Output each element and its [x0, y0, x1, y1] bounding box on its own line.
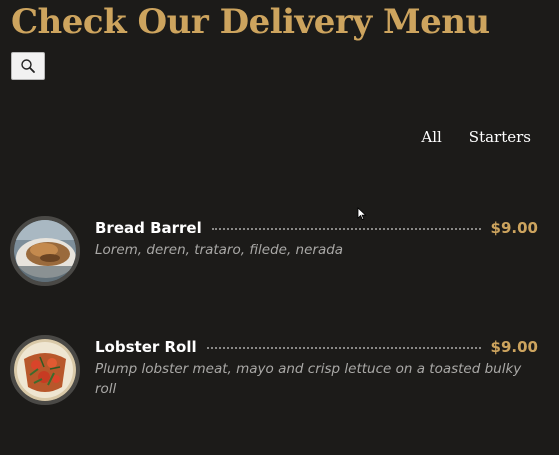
menu-filters: All Starters	[421, 128, 531, 146]
menu-item-name: Bread Barrel	[95, 219, 202, 237]
menu-item-header: Bread Barrel $9.00	[95, 219, 538, 237]
page-title: Check Our Delivery Menu	[11, 2, 490, 42]
menu-item-description: Plump lobster meat, mayo and crisp lettu…	[95, 361, 522, 397]
search-button[interactable]	[11, 52, 45, 80]
dotted-leader	[211, 228, 481, 230]
menu-item-description: Lorem, deren, trataro, filede, nerada	[95, 242, 344, 258]
filter-tab-all[interactable]: All	[421, 128, 441, 146]
menu-item-name: Lobster Roll	[95, 338, 197, 356]
menu-item-price: $9.00	[490, 219, 538, 237]
dotted-leader	[206, 347, 481, 349]
filter-tab-starters[interactable]: Starters	[469, 128, 531, 146]
menu-item-image	[10, 216, 80, 286]
menu-page: Check Our Delivery Menu All Starters Bre…	[0, 0, 559, 455]
menu-item-header: Lobster Roll $9.00	[95, 338, 538, 356]
menu-item-image	[10, 335, 80, 405]
menu-item-price: $9.00	[490, 338, 538, 356]
search-icon	[21, 59, 35, 73]
